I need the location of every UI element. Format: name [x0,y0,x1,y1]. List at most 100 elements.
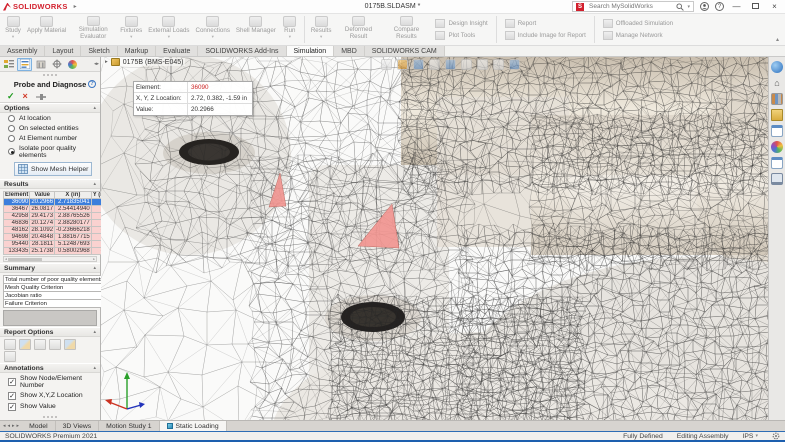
checkbox-show-node-element-number[interactable]: Show Node/Element Number [0,373,100,390]
previous-view-icon[interactable] [413,59,424,70]
display-style-icon[interactable] [461,59,472,70]
flyout-feature-tree[interactable]: 0175B (BMS-E045) [103,58,185,66]
capture-image-icon[interactable] [64,339,76,350]
results-group-header[interactable]: Results [0,179,100,189]
report-options-group-header[interactable]: Report Options [0,327,100,337]
pin-button[interactable] [36,92,46,101]
external-loads-button[interactable]: External Loads [145,14,192,45]
deformed-result-button[interactable]: Deformed Result [334,14,382,45]
search-box[interactable]: S [572,1,694,12]
apply-material-button[interactable]: Apply Material [24,14,69,45]
copy-to-clipboard-icon[interactable] [4,351,16,362]
zoom-fit-icon[interactable] [381,59,392,70]
response-graph-icon[interactable] [34,339,46,350]
results-row[interactable]: 4683620.12742.882801770. [4,220,110,227]
tab-markup[interactable]: Markup [118,46,156,56]
flyout-expand-arrow-icon[interactable] [105,59,108,65]
results-row-selected[interactable]: 3609020.29662.718350410. [4,199,110,206]
graphics-viewport[interactable]: 0175B (BMS-E045) Element: 36090 [101,57,768,420]
search-icon[interactable] [676,3,684,11]
restore-button[interactable] [749,0,762,13]
tab-3d-views[interactable]: 3D Views [56,421,100,431]
study-button[interactable]: Study [2,14,24,45]
tab-solidworks-add-ins[interactable]: SOLIDWORKS Add-Ins [198,46,286,56]
design-library-icon[interactable] [771,93,783,105]
results-row[interactable]: 3646726.08172.544149400. [4,206,110,213]
poor-quality-element-highlight[interactable] [358,204,399,248]
forum-icon[interactable] [771,173,783,185]
ok-button[interactable] [7,92,15,101]
close-button[interactable]: × [768,0,781,13]
units-selector[interactable]: IPS [743,433,758,440]
include-image-for-report-button[interactable]: Include Image for Report [505,31,586,40]
radio-isolate-poor-quality-elements[interactable]: Isolate poor quality elements [0,143,100,160]
fixtures-button[interactable]: Fixtures [117,14,145,45]
results-row[interactable]: 13343525.17380.58002968-0. [4,248,110,255]
feature-manager-tab[interactable] [1,58,16,71]
view-settings-icon[interactable] [509,59,520,70]
simulation-evaluator-button[interactable]: Simulation Evaluator [69,14,117,45]
threedexperience-icon[interactable] [771,61,783,73]
tab-static-loading[interactable]: Static Loading [160,421,227,431]
connections-button[interactable]: Connections [193,14,233,45]
appearances-scenes-icon[interactable] [771,141,783,153]
file-explorer-icon[interactable] [771,109,783,121]
property-manager-tab[interactable] [17,58,32,71]
poor-quality-element-highlight[interactable] [269,173,286,207]
minimize-button[interactable]: — [730,0,743,13]
tab-layout[interactable]: Layout [45,46,81,56]
manage-network-button[interactable]: Manage Network [603,31,673,40]
tab-strip-overflow-icon[interactable] [94,61,99,67]
tab-simulation[interactable]: Simulation [287,46,335,56]
shell-manager-button[interactable]: Shell Manager [233,14,279,45]
search-input[interactable] [587,2,663,11]
plot-tools-button[interactable]: Plot Tools [435,31,487,40]
radio-at-element-number[interactable]: At Element number [0,133,100,143]
hide-show-items-icon[interactable] [477,59,488,70]
cancel-button[interactable] [23,92,28,101]
show-mesh-helper-button[interactable]: Show Mesh Helper [14,162,92,176]
checkbox-show-xyz-location[interactable]: Show X,Y,Z Location [0,390,100,401]
tab-sketch[interactable]: Sketch [81,46,117,56]
zoom-area-icon[interactable] [397,59,408,70]
view-palette-icon[interactable] [771,125,783,137]
tab-motion-study-1[interactable]: Motion Study 1 [99,421,159,431]
run-button[interactable]: Run [279,14,301,45]
options-group-header[interactable]: Options [0,103,100,113]
results-table[interactable]: Element Value X (in) Y (in) 3609020.2966… [3,191,110,255]
view-orientation-icon[interactable] [445,59,456,70]
tab-evaluate[interactable]: Evaluate [156,46,198,56]
save-as-sensor-icon[interactable] [4,339,16,350]
tab-model[interactable]: Model [22,421,56,431]
tab-mbd[interactable]: MBD [334,46,365,56]
menu-expand-arrow-icon[interactable] [74,3,77,10]
radio-at-location[interactable]: At location [0,113,100,123]
report-button[interactable]: Report [505,19,586,28]
compare-results-button[interactable]: Compare Results [382,14,430,45]
results-row[interactable]: 4295829.41732.887655260. [4,213,110,220]
summary-group-header[interactable]: Summary [0,263,100,273]
annotations-group-header[interactable]: Annotations [0,363,100,373]
tab-solidworks-cam[interactable]: SOLIDWORKS CAM [365,46,445,56]
panel-bottom-resize-handle[interactable] [0,414,100,420]
results-button[interactable]: Results [308,14,335,45]
design-insight-button[interactable]: Design Insight [435,19,487,28]
save-results-icon[interactable] [19,339,31,350]
tab-assembly[interactable]: Assembly [0,46,45,56]
dimxpert-manager-tab[interactable] [49,58,64,71]
solidworks-resources-icon[interactable] [771,77,783,89]
quick-tips-gear-icon[interactable] [772,432,780,440]
configuration-manager-tab[interactable] [33,58,48,71]
results-horizontal-scrollbar[interactable]: ◂▸ [3,256,97,262]
search-scope-caret-icon[interactable] [687,4,690,10]
tab-scroll-buttons[interactable]: ◂◂▸▸ [0,421,22,431]
radio-on-selected-entities[interactable]: On selected entities [0,123,100,133]
results-row[interactable]: 4816228.1092-0.23666218-1. [4,227,110,234]
help-icon[interactable]: ? [715,2,724,11]
edit-appearance-icon[interactable] [493,59,504,70]
ribbon-collapse-chevron-icon[interactable] [776,36,779,43]
display-manager-tab[interactable] [65,58,80,71]
results-row[interactable]: 9544028.18115.124876930. [4,241,110,248]
offloaded-simulation-button[interactable]: Offloaded Simulation [603,19,673,28]
section-view-icon[interactable] [429,59,440,70]
